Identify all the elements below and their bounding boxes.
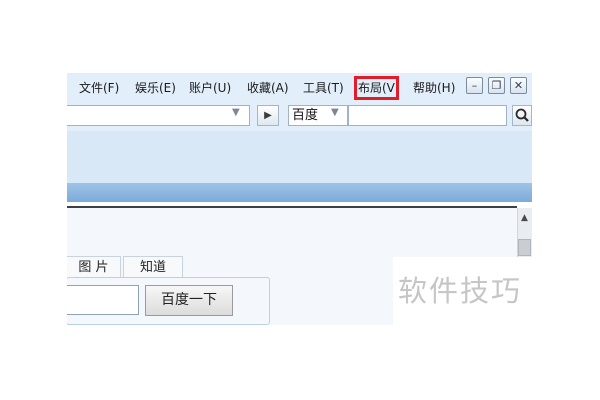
- scroll-thumb[interactable]: [518, 239, 531, 256]
- minimize-icon: –: [471, 79, 478, 92]
- menu-favorites[interactable]: 收藏(A): [247, 79, 289, 97]
- address-bar: ▼ ▶ 百度 ▼: [67, 101, 532, 131]
- menu-entertainment[interactable]: 娱乐(E): [135, 79, 176, 97]
- url-input[interactable]: [67, 105, 250, 126]
- menu-bar: 文件(F) 娱乐(E) 账户(U) 收藏(A) 工具(T) 布局(V) 帮助(H…: [67, 73, 532, 101]
- url-dropdown-icon[interactable]: ▼: [232, 107, 240, 118]
- close-button[interactable]: ✕: [510, 77, 527, 94]
- menu-help[interactable]: 帮助(H): [413, 79, 455, 97]
- go-button[interactable]: ▶: [257, 105, 279, 126]
- tab-zhidao[interactable]: 知道: [123, 256, 183, 278]
- search-input[interactable]: [348, 105, 507, 126]
- tab-images[interactable]: 图 片: [67, 256, 121, 278]
- scroll-up-icon[interactable]: ▲: [517, 209, 532, 227]
- play-icon: ▶: [264, 110, 272, 121]
- restore-icon: ❐: [491, 79, 502, 92]
- restore-button[interactable]: ❐: [488, 77, 505, 94]
- watermark: 软件技巧: [393, 257, 543, 325]
- close-icon: ✕: [513, 79, 524, 92]
- query-input[interactable]: [67, 285, 139, 315]
- menu-file[interactable]: 文件(F): [79, 79, 119, 97]
- search-icon: [515, 108, 529, 122]
- menu-tools[interactable]: 工具(T): [303, 79, 344, 97]
- toolbar-area: [67, 131, 532, 183]
- search-button[interactable]: [512, 105, 532, 126]
- baidu-search-button[interactable]: 百度一下: [145, 285, 233, 316]
- tab-strip: [67, 183, 532, 202]
- menu-account[interactable]: 账户(U): [189, 79, 231, 97]
- menu-layout-highlight: [354, 76, 399, 100]
- minimize-button[interactable]: –: [466, 77, 483, 94]
- search-engine-select[interactable]: 百度: [288, 105, 348, 126]
- engine-dropdown-icon[interactable]: ▼: [331, 107, 339, 118]
